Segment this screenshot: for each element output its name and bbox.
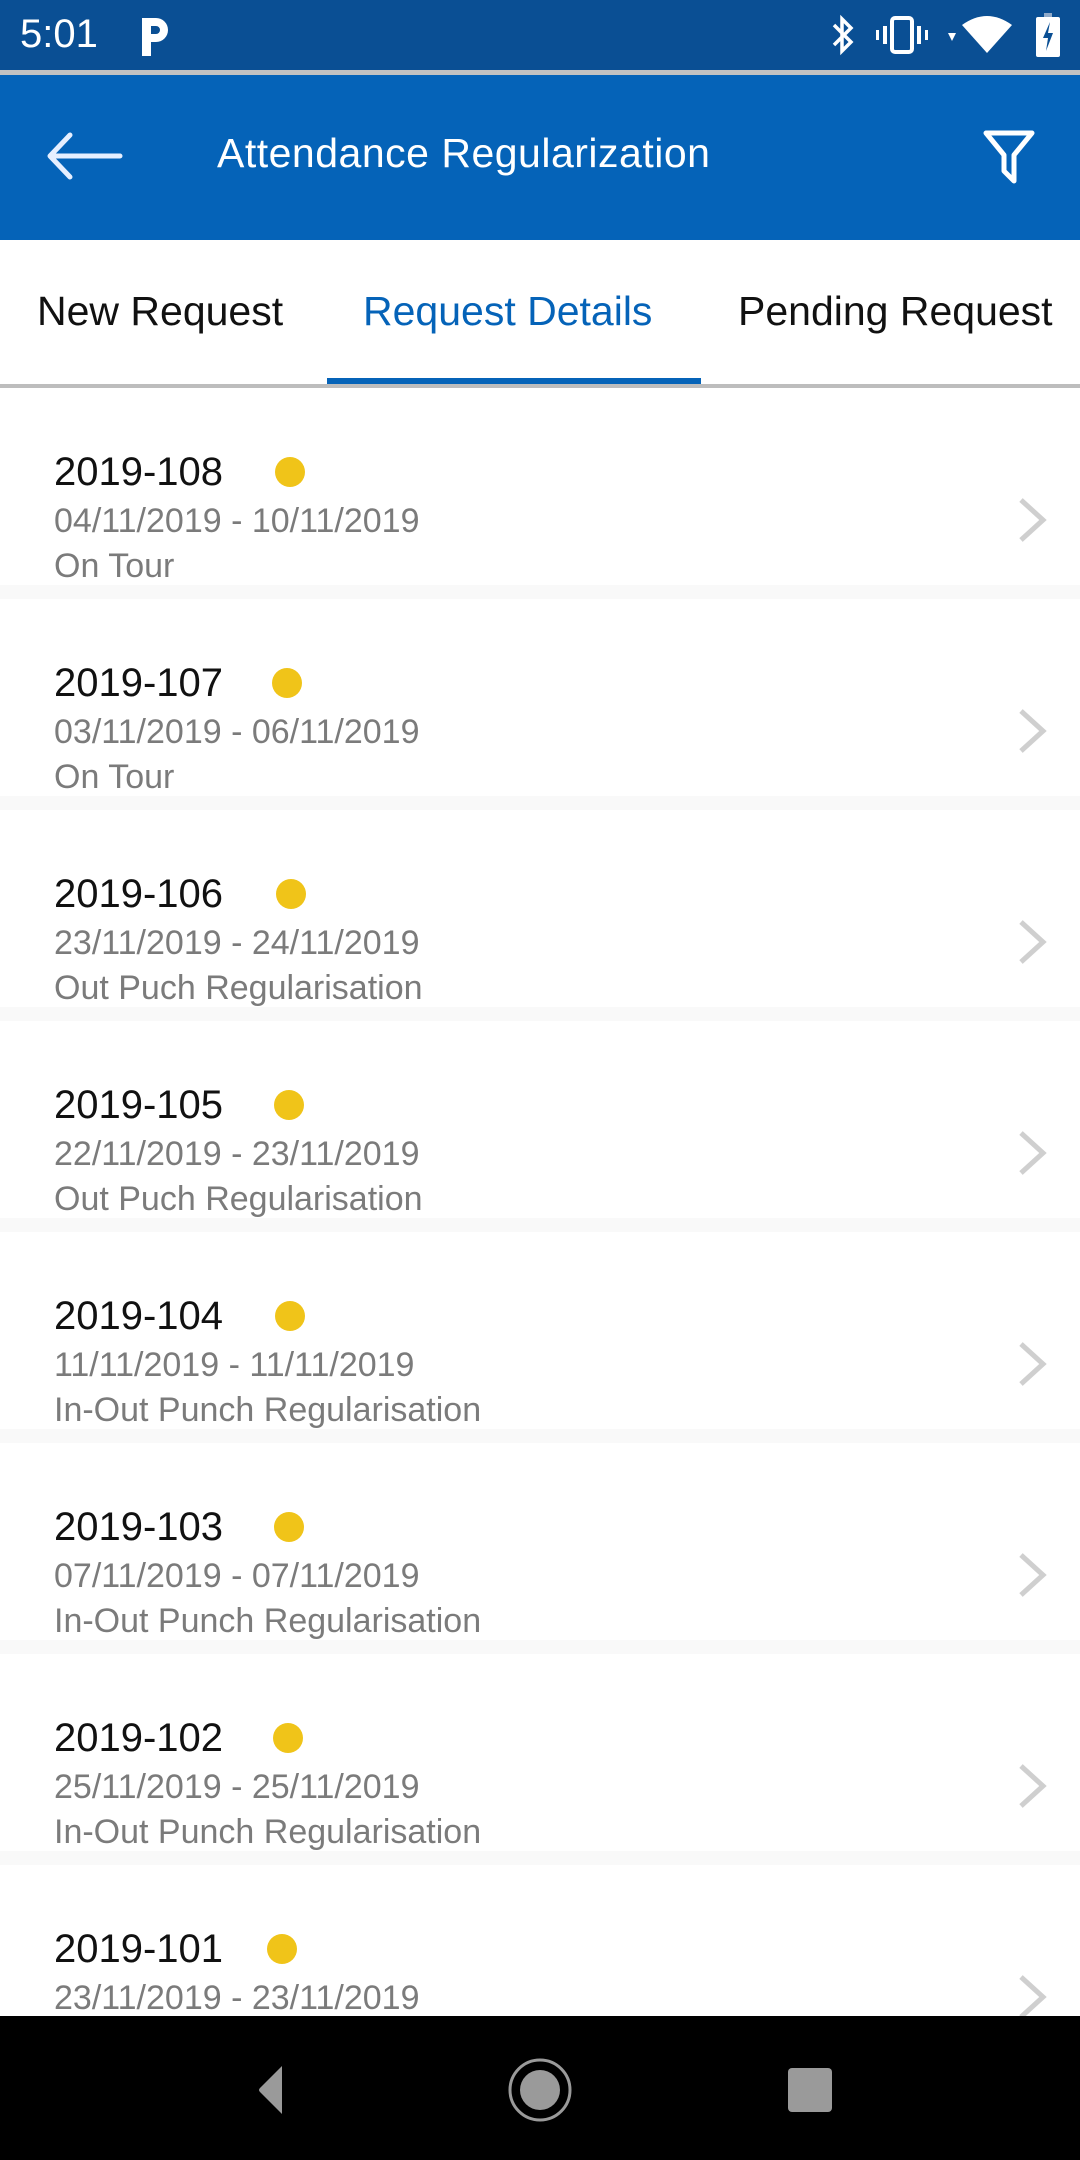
list-item[interactable]: 2019-108 04/11/2019 - 10/11/2019 On Tour: [0, 388, 1080, 599]
row-separator: [0, 1218, 1080, 1232]
status-icons: [830, 12, 1060, 58]
battery-charging-icon: [1036, 13, 1060, 57]
request-type: On Tour: [54, 758, 175, 796]
chevron-right-icon: [1019, 1342, 1047, 1386]
list-item[interactable]: 2019-107 03/11/2019 - 06/11/2019 On Tour: [0, 599, 1080, 810]
nav-back-button[interactable]: [238, 2058, 302, 2122]
request-list[interactable]: 2019-108 04/11/2019 - 10/11/2019 On Tour…: [0, 388, 1080, 2016]
status-dot: [276, 879, 306, 909]
request-dates: 11/11/2019 - 11/11/2019: [54, 1346, 415, 1384]
app-bar: Attendance Regularization: [0, 75, 1080, 240]
status-dot: [274, 1512, 304, 1542]
chevron-right-icon: [1019, 709, 1047, 753]
nav-home-button[interactable]: [508, 2058, 572, 2122]
arrow-left-icon: [47, 132, 123, 180]
status-bar: 5:01: [0, 0, 1080, 70]
status-dot: [272, 668, 302, 698]
request-dates: 23/11/2019 - 24/11/2019: [54, 924, 420, 962]
nav-recents-button[interactable]: [778, 2058, 842, 2122]
request-id: 2019-105: [54, 1083, 224, 1127]
nav-home-icon: [508, 2058, 572, 2122]
nav-back-icon: [259, 2066, 282, 2114]
filter-funnel-icon: [983, 130, 1035, 184]
row-separator: [0, 1640, 1080, 1654]
list-item[interactable]: 2019-104 11/11/2019 - 11/11/2019 In-Out …: [0, 1232, 1080, 1443]
tab-pending-request[interactable]: Pending Request: [738, 288, 1053, 335]
page-title: Attendance Regularization: [217, 130, 711, 176]
request-id: 2019-102: [54, 1716, 224, 1760]
list-item[interactable]: 2019-106 23/11/2019 - 24/11/2019 Out Puc…: [0, 810, 1080, 1021]
request-dates: 25/11/2019 - 25/11/2019: [54, 1768, 420, 1806]
status-dot: [267, 1934, 297, 1964]
request-type: On Tour: [54, 547, 175, 585]
list-item[interactable]: 2019-101 23/11/2019 - 23/11/2019: [0, 1865, 1080, 2016]
chevron-right-icon: [1019, 1553, 1047, 1597]
request-id: 2019-107: [54, 661, 224, 705]
chevron-right-icon: [1019, 1975, 1047, 2016]
request-id: 2019-101: [54, 1927, 224, 1971]
request-type: In-Out Punch Regularisation: [54, 1813, 482, 1851]
chevron-right-icon: [1019, 1764, 1047, 1808]
row-separator: [0, 796, 1080, 810]
request-type: In-Out Punch Regularisation: [54, 1602, 482, 1640]
filter-button[interactable]: [978, 125, 1040, 189]
nav-recents-icon: [788, 2068, 832, 2112]
request-dates: 03/11/2019 - 06/11/2019: [54, 713, 420, 751]
request-dates: 04/11/2019 - 10/11/2019: [54, 502, 420, 540]
row-separator: [0, 1851, 1080, 1865]
row-separator: [0, 585, 1080, 599]
request-dates: 07/11/2019 - 07/11/2019: [54, 1557, 420, 1595]
parking-p-icon: [138, 14, 172, 58]
tab-request-details[interactable]: Request Details: [363, 288, 652, 335]
back-button[interactable]: [40, 125, 126, 187]
wifi-icon: [948, 15, 1016, 55]
status-dot: [275, 1301, 305, 1331]
tab-bar: New Request Request Details Pending Requ…: [0, 240, 1080, 388]
list-item[interactable]: 2019-103 07/11/2019 - 07/11/2019 In-Out …: [0, 1443, 1080, 1654]
chevron-right-icon: [1019, 498, 1047, 542]
chevron-right-icon: [1019, 920, 1047, 964]
request-id: 2019-103: [54, 1505, 224, 1549]
request-id: 2019-108: [54, 450, 224, 494]
request-type: Out Puch Regularisation: [54, 1180, 423, 1218]
list-item[interactable]: 2019-105 22/11/2019 - 23/11/2019 Out Puc…: [0, 1021, 1080, 1232]
status-dot: [274, 1090, 304, 1120]
status-dot: [275, 457, 305, 487]
chevron-right-icon: [1019, 1131, 1047, 1175]
request-type: In-Out Punch Regularisation: [54, 1391, 482, 1429]
vibrate-icon: [876, 14, 928, 56]
list-item[interactable]: 2019-102 25/11/2019 - 25/11/2019 In-Out …: [0, 1654, 1080, 1865]
request-type: Out Puch Regularisation: [54, 969, 423, 1007]
request-id: 2019-106: [54, 872, 224, 916]
request-id: 2019-104: [54, 1294, 224, 1338]
status-time: 5:01: [20, 12, 98, 56]
request-dates: 23/11/2019 - 23/11/2019: [54, 1979, 420, 2016]
status-dot: [273, 1723, 303, 1753]
system-nav-bar: [0, 2016, 1080, 2160]
bluetooth-icon: [830, 14, 856, 56]
row-separator: [0, 1429, 1080, 1443]
request-dates: 22/11/2019 - 23/11/2019: [54, 1135, 420, 1173]
tab-new-request[interactable]: New Request: [37, 288, 283, 335]
row-separator: [0, 1007, 1080, 1021]
